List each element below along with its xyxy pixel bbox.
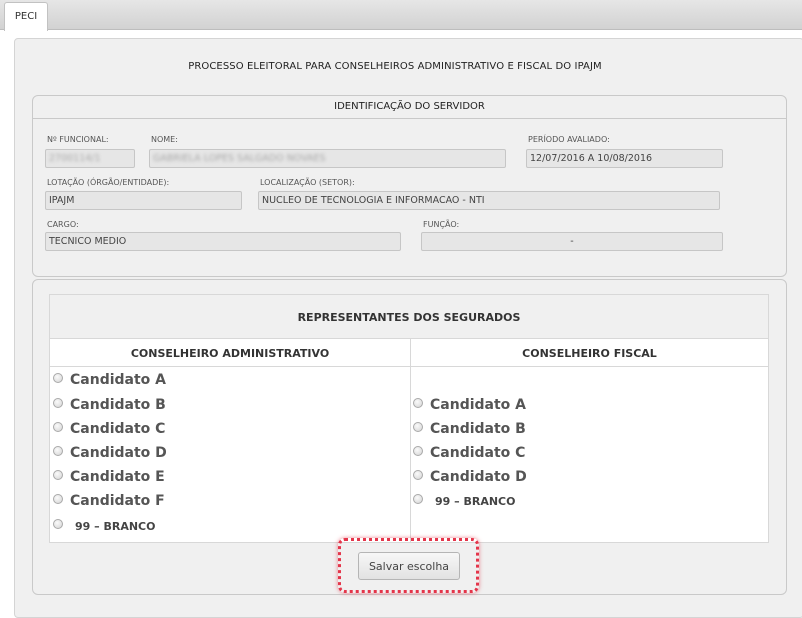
radio-icon[interactable] [53, 421, 63, 432]
admin-option-f[interactable]: Candidato F [53, 490, 165, 509]
highlight-annotation [338, 538, 479, 593]
page-title: PROCESSO ELEITORAL PARA CONSELHEIROS ADM… [188, 61, 602, 72]
radio-icon[interactable] [53, 469, 63, 480]
radio-icon[interactable] [413, 445, 423, 456]
fiscal-option-branco[interactable]: 99 – BRANCO [413, 490, 515, 508]
nome-label: NOME: [151, 135, 178, 144]
n-funcional-value: 2700114/1 [49, 153, 101, 164]
lotacao-label: LOTAÇÃO (ÓRGÃO/ENTIDADE): [47, 178, 170, 187]
fiscal-option-d[interactable]: Candidato D [413, 466, 527, 485]
tab-peci[interactable]: PECI [4, 2, 48, 31]
administrativo-header: CONSELHEIRO ADMINISTRATIVO [50, 339, 410, 367]
cargo-label: CARGO: [47, 220, 79, 229]
radio-icon[interactable] [53, 372, 63, 383]
nome-field: GABRIELA LOPES SALGADO NOVAES [149, 149, 506, 168]
representantes-title: REPRESENTANTES DOS SEGURADOS [50, 295, 768, 339]
funcao-label: FUNÇÃO: [423, 220, 460, 229]
fiscal-header: CONSELHEIRO FISCAL [411, 339, 768, 367]
n-funcional-label: Nº FUNCIONAL: [47, 135, 109, 144]
column-divider [410, 339, 411, 543]
localizacao-field: NUCLEO DE TECNOLOGIA E INFORMACAO - NTI [258, 191, 720, 210]
admin-option-b[interactable]: Candidato B [53, 394, 166, 413]
n-funcional-field: 2700114/1 [45, 149, 135, 168]
representantes-box: REPRESENTANTES DOS SEGURADOS CONSELHEIRO… [49, 294, 769, 543]
nome-value: GABRIELA LOPES SALGADO NOVAES [153, 153, 326, 164]
funcao-field: - [421, 232, 723, 251]
admin-option-a[interactable]: Candidato A [53, 369, 166, 388]
radio-icon[interactable] [53, 445, 63, 456]
fiscal-option-c[interactable]: Candidato C [413, 442, 525, 461]
periodo-field: 12/07/2016 A 10/08/2016 [526, 149, 723, 168]
cargo-field: TECNICO MEDIO [45, 232, 401, 251]
admin-option-d[interactable]: Candidato D [53, 442, 167, 461]
admin-option-c[interactable]: Candidato C [53, 418, 165, 437]
radio-icon[interactable] [53, 518, 63, 529]
radio-icon[interactable] [413, 421, 423, 432]
servidor-section-title: IDENTIFICAÇÃO DO SERVIDOR [334, 101, 485, 112]
lotacao-field: IPAJM [45, 191, 242, 210]
tab-bar: PECI [0, 0, 802, 31]
admin-option-e[interactable]: Candidato E [53, 466, 165, 485]
admin-option-branco[interactable]: 99 – BRANCO [53, 515, 155, 533]
localizacao-label: LOCALIZAÇÃO (SETOR): [260, 178, 355, 187]
radio-icon[interactable] [53, 397, 63, 408]
radio-icon[interactable] [413, 493, 423, 504]
radio-icon[interactable] [413, 397, 423, 408]
periodo-label: PERÍODO AVALIADO: [528, 135, 610, 144]
radio-icon[interactable] [413, 469, 423, 480]
fiscal-option-b[interactable]: Candidato B [413, 418, 526, 437]
fiscal-option-a[interactable]: Candidato A [413, 394, 526, 413]
radio-icon[interactable] [53, 493, 63, 504]
